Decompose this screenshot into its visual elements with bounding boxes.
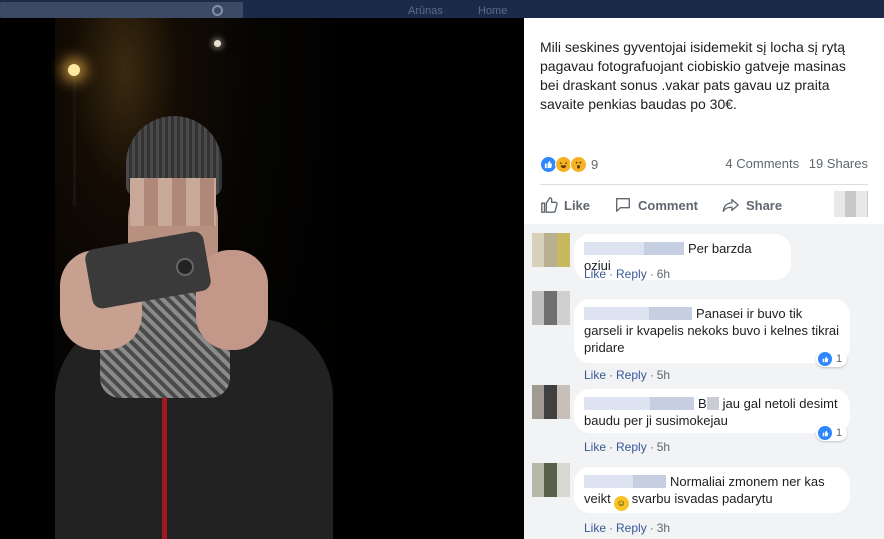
commenter-name[interactable] <box>584 307 692 320</box>
commenter-name[interactable] <box>584 475 666 488</box>
like-label: Like <box>564 197 591 213</box>
speech-bubble-icon <box>616 198 630 212</box>
comment-meta: Like · Reply · 6h <box>584 267 671 281</box>
post-actions: Like Comment Share <box>540 188 868 222</box>
comment-meta: Like · Reply · 3h <box>584 521 671 535</box>
comment-time[interactable]: 5h <box>657 440 670 454</box>
divider <box>540 184 868 185</box>
commenter-name[interactable] <box>584 242 684 255</box>
grimace-emoji-icon: ☺ <box>613 496 629 511</box>
reaction-summary[interactable]: 9 <box>540 154 598 174</box>
comment-like-link[interactable]: Like <box>584 368 606 382</box>
like-reaction-icon <box>818 352 832 366</box>
avatar[interactable] <box>532 385 570 419</box>
wow-reaction-icon <box>570 155 587 173</box>
search-input[interactable] <box>0 2 243 18</box>
share-button[interactable]: Share <box>722 196 782 214</box>
avatar[interactable] <box>532 233 570 267</box>
like-reaction-icon <box>818 426 832 440</box>
comment-bubble: Bjau gal netoli desimt baudu per ji susi… <box>574 389 850 433</box>
post-text: Mili seskines gyventojai isidemekit sį l… <box>540 39 846 112</box>
comment-text: svarbu isvadas padarytu <box>631 491 773 506</box>
search-icon[interactable] <box>212 5 223 16</box>
comment-reaction-badge[interactable]: 1 <box>816 425 848 441</box>
comment-time[interactable]: 3h <box>657 521 670 535</box>
nav-item-profile[interactable]: Arūnas <box>408 5 443 17</box>
comment-bubble: Normaliai zmonem ner kas veikt ☺ svarbu is… <box>574 467 850 513</box>
comment-reaction-count: 1 <box>836 353 843 365</box>
share-label: Share <box>745 197 783 213</box>
comment-like-link[interactable]: Like <box>584 521 606 535</box>
avatar[interactable] <box>532 463 570 497</box>
post-stats: 4 Comments 19 Shares <box>719 156 868 171</box>
avatar[interactable] <box>532 291 570 325</box>
nav-item-home[interactable]: Home <box>478 5 507 17</box>
comment-time[interactable]: 5h <box>657 368 670 382</box>
comment-reply-link[interactable]: Reply <box>616 267 647 281</box>
thumb-up-icon <box>541 197 558 213</box>
comment-reply-link[interactable]: Reply <box>616 368 647 382</box>
pixelated-face-blur <box>130 178 216 226</box>
comment-reply-link[interactable]: Reply <box>616 440 647 454</box>
comment-time[interactable]: 6h <box>657 267 670 281</box>
top-bar: Arūnas Home <box>0 0 884 18</box>
comment-text-start: B <box>698 396 707 411</box>
commenter-name[interactable] <box>584 397 694 410</box>
phone-camera <box>176 258 194 276</box>
viewer-avatar[interactable] <box>834 191 868 217</box>
comment-like-link[interactable]: Like <box>584 440 606 454</box>
comment-reaction-count: 1 <box>836 427 843 439</box>
comment-bubble: Panasei ir buvo tik garseli ir kvapelis … <box>574 299 850 363</box>
comment-button[interactable]: Comment <box>614 196 698 214</box>
lamp-pole <box>73 76 76 206</box>
reaction-count: 9 <box>591 156 599 172</box>
street-lamp <box>68 64 80 76</box>
comment-like-link[interactable]: Like <box>584 267 606 281</box>
share-arrow-icon <box>722 198 739 212</box>
comments-count[interactable]: 4 Comments <box>725 156 799 171</box>
redacted-block <box>706 397 719 410</box>
comments-section: Per barzda oziui Like · Reply · 6h Panasei i… <box>524 224 884 539</box>
comment-meta: Like · Reply · 5h <box>584 440 671 454</box>
post-side-panel: Mili seskines gyventojai isidemekit sį l… <box>524 18 884 539</box>
comment-label: Comment <box>638 197 698 213</box>
shares-count[interactable]: 19 Shares <box>809 156 868 171</box>
post-photo[interactable] <box>0 18 524 539</box>
comment-reply-link[interactable]: Reply <box>616 521 647 535</box>
comment-meta: Like · Reply · 5h <box>584 368 671 382</box>
comment-reaction-badge[interactable]: 1 <box>816 351 848 367</box>
like-button[interactable]: Like <box>540 196 590 214</box>
distant-light <box>214 40 221 47</box>
